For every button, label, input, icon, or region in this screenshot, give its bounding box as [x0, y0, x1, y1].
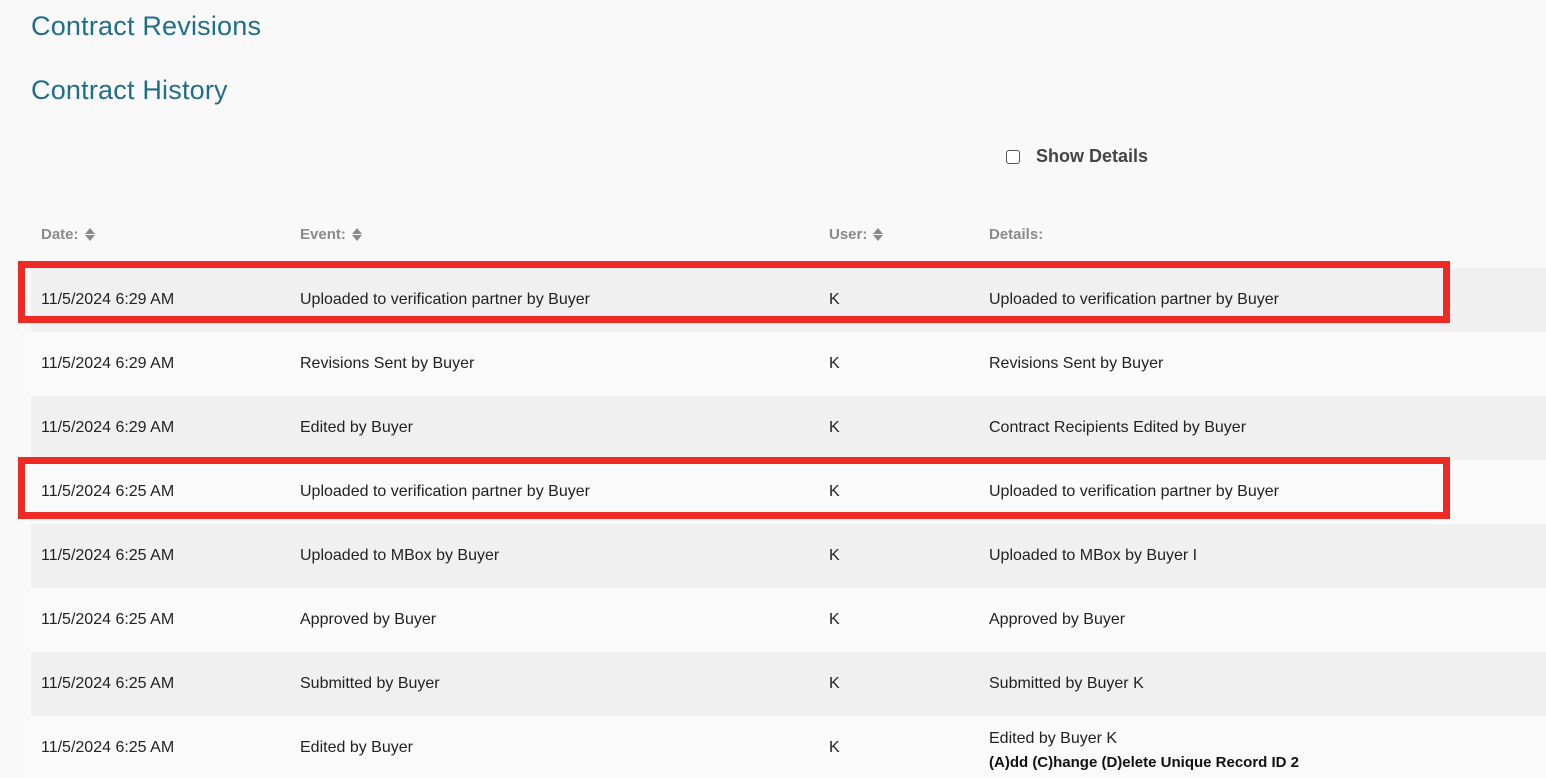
- table-row: 11/5/2024 6:25 AM Uploaded to MBox by Bu…: [0, 524, 1546, 588]
- row-user: K: [829, 291, 840, 308]
- row-details-subtext: (A)dd (C)hange (D)elete Unique Record ID…: [989, 754, 1300, 771]
- row-details-text: Uploaded to verification partner by Buye…: [989, 291, 1279, 308]
- row-details: Uploaded to verification partner by Buye…: [989, 460, 1316, 524]
- sort-icon: [84, 228, 95, 242]
- row-details: Uploaded to MBox by Buyer I: [989, 524, 1316, 588]
- column-header-event[interactable]: Event:: [300, 226, 362, 243]
- row-date: 11/5/2024 6:25 AM: [41, 611, 175, 628]
- contract-revisions-title[interactable]: Contract Revisions: [31, 11, 261, 42]
- row-details-text: Submitted by Buyer K: [989, 675, 1144, 692]
- row-details: Submitted by Buyer K: [989, 652, 1316, 716]
- sort-icon: [351, 228, 362, 242]
- table-row: 11/5/2024 6:25 AM Edited by Buyer K Edit…: [0, 716, 1546, 778]
- table-row: 11/5/2024 6:29 AM Uploaded to verificati…: [0, 268, 1546, 332]
- row-user: K: [829, 739, 840, 756]
- table-row: 11/5/2024 6:25 AM Submitted by Buyer K S…: [0, 652, 1546, 716]
- row-user: K: [829, 611, 840, 628]
- column-header-date[interactable]: Date:: [41, 226, 95, 243]
- row-event: Approved by Buyer: [300, 611, 437, 628]
- column-label-user: User:: [829, 226, 868, 243]
- table-row: 11/5/2024 6:25 AM Approved by Buyer K Ap…: [0, 588, 1546, 652]
- column-label-details: Details:: [989, 226, 1044, 243]
- row-details: Approved by Buyer: [989, 588, 1316, 652]
- row-user: K: [829, 419, 840, 436]
- row-date: 11/5/2024 6:25 AM: [41, 547, 175, 564]
- row-details: Contract Recipients Edited by Buyer: [989, 396, 1316, 460]
- table-row: 11/5/2024 6:25 AM Uploaded to verificati…: [0, 460, 1546, 524]
- row-date: 11/5/2024 6:25 AM: [41, 483, 175, 500]
- row-user: K: [829, 355, 840, 372]
- row-details: Edited by Buyer K (A)dd (C)hange (D)elet…: [989, 716, 1316, 778]
- row-details-text: Uploaded to verification partner by Buye…: [989, 483, 1279, 500]
- row-details-text: Approved by Buyer: [989, 611, 1126, 628]
- table-row: 11/5/2024 6:29 AM Edited by Buyer K Cont…: [0, 396, 1546, 460]
- column-label-event: Event:: [300, 226, 346, 243]
- contract-page: Contract Revisions Contract History Show…: [0, 0, 1546, 778]
- row-details-text: Uploaded to MBox by Buyer I: [989, 547, 1198, 564]
- row-event: Uploaded to MBox by Buyer: [300, 547, 500, 564]
- contract-history-title[interactable]: Contract History: [31, 75, 228, 106]
- sort-icon: [873, 228, 884, 242]
- row-user: K: [829, 547, 840, 564]
- column-header-details: Details:: [989, 226, 1043, 243]
- column-header-user[interactable]: User:: [829, 226, 884, 243]
- row-date: 11/5/2024 6:29 AM: [41, 419, 175, 436]
- row-event: Revisions Sent by Buyer: [300, 355, 475, 372]
- show-details-label: Show Details: [1036, 146, 1149, 166]
- show-details-toggle[interactable]: Show Details: [1006, 146, 1148, 167]
- row-date: 11/5/2024 6:25 AM: [41, 675, 175, 692]
- row-details-text: Contract Recipients Edited by Buyer: [989, 419, 1247, 436]
- row-event: Uploaded to verification partner by Buye…: [300, 291, 590, 308]
- row-date: 11/5/2024 6:29 AM: [41, 355, 175, 372]
- row-user: Ka: [829, 483, 840, 500]
- history-table-header: Date: Event: User: Details:: [0, 226, 1546, 248]
- row-event: Edited by Buyer: [300, 419, 413, 436]
- table-row: 11/5/2024 6:29 AM Revisions Sent by Buye…: [0, 332, 1546, 396]
- row-user: K: [829, 675, 840, 692]
- row-event: Uploaded to verification partner by Buye…: [300, 483, 590, 500]
- show-details-checkbox[interactable]: [1006, 149, 1020, 164]
- row-details: Revisions Sent by Buyer: [989, 332, 1316, 396]
- history-table-body: 11/5/2024 6:29 AM Uploaded to verificati…: [0, 268, 1546, 778]
- column-label-date: Date:: [41, 226, 79, 243]
- row-details-text: Revisions Sent by Buyer: [989, 355, 1164, 372]
- row-details: Uploaded to verification partner by Buye…: [989, 268, 1316, 332]
- row-date: 11/5/2024 6:29 AM: [41, 291, 175, 308]
- row-event: Submitted by Buyer: [300, 675, 440, 692]
- row-details-text: Edited by Buyer K: [989, 730, 1118, 747]
- row-date: 11/5/2024 6:25 AM: [41, 739, 175, 756]
- row-event: Edited by Buyer: [300, 739, 413, 756]
